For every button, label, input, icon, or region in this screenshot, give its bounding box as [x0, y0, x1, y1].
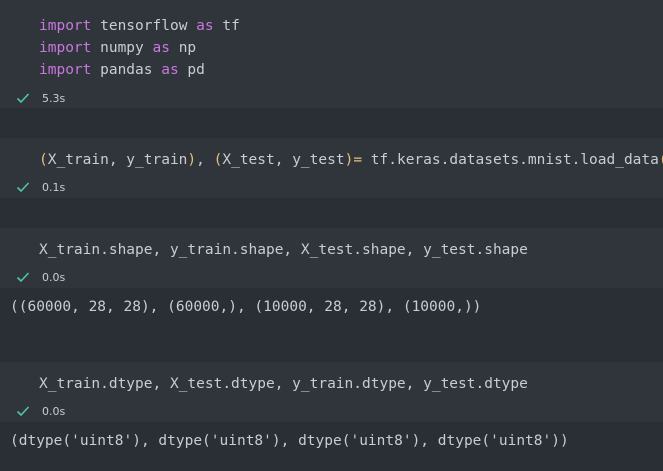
code-token: ): [187, 152, 197, 168]
code-token: import: [39, 18, 92, 34]
cell-output: (dtype('uint8'), dtype('uint8'), dtype('…: [10, 433, 569, 449]
code-cell-1[interactable]: import tensorflow as tf import numpy as …: [0, 0, 663, 108]
code-line[interactable]: import numpy as np: [39, 38, 196, 58]
execution-time: 0.0s: [42, 270, 66, 284]
code-cell-4[interactable]: X_train.dtype, X_test.dtype, y_train.dty…: [0, 362, 663, 422]
execution-status: 5.3s: [16, 89, 65, 107]
code-token: import: [39, 62, 92, 78]
code-cell-3[interactable]: X_train.shape, y_train.shape, X_test.sha…: [0, 228, 663, 288]
code-token: numpy: [91, 40, 153, 56]
code-token: import: [39, 40, 92, 56]
code-token: pd: [178, 62, 205, 78]
code-token: X_train, y_train: [47, 152, 188, 168]
checkmark-icon: [16, 406, 30, 417]
code-token: (: [39, 152, 48, 168]
checkmark-icon: [16, 272, 30, 283]
code-token: (): [659, 152, 663, 168]
checkmark-icon: [16, 93, 30, 104]
checkmark-icon: [16, 182, 30, 193]
code-token: ): [344, 152, 354, 168]
code-line[interactable]: X_train.shape, y_train.shape, X_test.sha…: [39, 240, 528, 260]
code-token: pandas: [91, 62, 162, 78]
code-token: tf.keras.datasets.mnist.load_data: [370, 152, 659, 168]
code-line[interactable]: (X_train, y_train), (X_test, y_test)= tf…: [39, 150, 663, 170]
execution-status: 0.0s: [16, 268, 65, 286]
code-token: tensorflow: [91, 18, 197, 34]
code-token: X_test, y_test: [222, 152, 345, 168]
execution-time: 0.0s: [42, 404, 66, 418]
code-token: np: [169, 40, 197, 56]
code-line[interactable]: import pandas as pd: [39, 60, 205, 80]
code-line[interactable]: X_train.dtype, X_test.dtype, y_train.dty…: [39, 374, 528, 394]
code-token: ,: [196, 152, 214, 168]
code-token: X_train.dtype, X_test.dtype, y_train.dty…: [39, 376, 528, 392]
code-line[interactable]: import tensorflow as tf: [39, 16, 240, 36]
code-token: as: [161, 62, 179, 78]
execution-status: 0.1s: [16, 178, 65, 196]
code-token: tf: [213, 18, 240, 34]
code-cell-2[interactable]: (X_train, y_train), (X_test, y_test)= tf…: [0, 138, 663, 198]
code-token: as: [152, 40, 170, 56]
execution-time: 0.1s: [42, 180, 66, 194]
cell-output: ((60000, 28, 28), (60000,), (10000, 28, …: [10, 299, 482, 315]
execution-time: 5.3s: [42, 91, 66, 105]
code-token: as: [196, 18, 214, 34]
code-token: X_train.shape, y_train.shape, X_test.sha…: [39, 242, 528, 258]
execution-status: 0.0s: [16, 402, 65, 420]
code-token: =: [353, 152, 371, 168]
